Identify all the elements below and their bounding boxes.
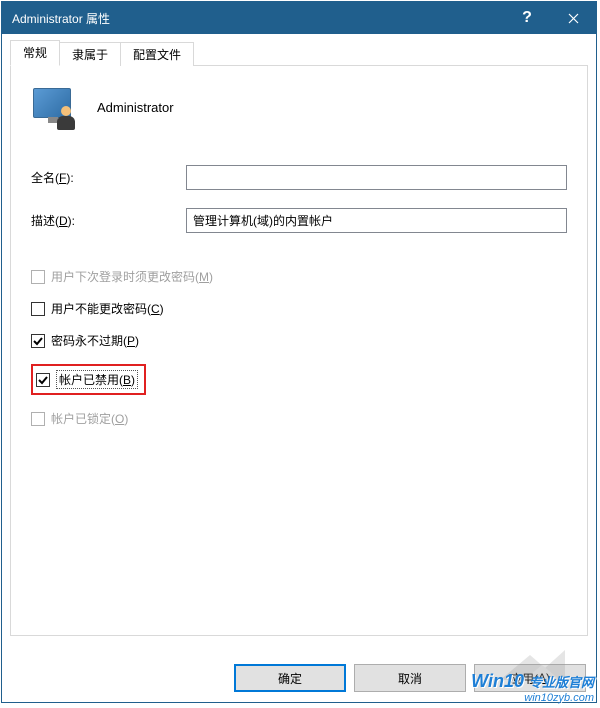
help-button[interactable]: ?	[504, 2, 550, 34]
check-cannot-change-password[interactable]: 用户不能更改密码(C)	[31, 300, 567, 317]
cancel-button[interactable]: 取消	[354, 664, 466, 692]
highlighted-checkbox-container: 帐户已禁用(B)	[31, 364, 146, 395]
tab-panel-general: Administrator 全名(F): 描述(D): 用户下次登录时须更改密码…	[10, 66, 588, 636]
checkbox-group: 用户下次登录时须更改密码(M) 用户不能更改密码(C) 密码永不过期(P) 帐户…	[31, 268, 567, 427]
fullname-row: 全名(F):	[31, 165, 567, 190]
description-row: 描述(D):	[31, 208, 567, 233]
check-label: 帐户已禁用(B)	[56, 370, 138, 389]
check-must-change-password: 用户下次登录时须更改密码(M)	[31, 268, 567, 285]
ok-button[interactable]: 确定	[234, 664, 346, 692]
checkmark-icon	[33, 336, 43, 346]
check-account-disabled[interactable]: 帐户已禁用(B)	[36, 370, 138, 389]
description-label: 描述(D):	[31, 212, 186, 229]
close-icon	[568, 13, 579, 24]
check-label: 用户不能更改密码(C)	[51, 300, 164, 317]
titlebar: Administrator 属性 ?	[2, 2, 596, 34]
footer-buttons: 确定 取消 应用(A)	[234, 664, 586, 692]
checkmark-icon	[38, 375, 48, 385]
checkbox-icon	[36, 373, 50, 387]
fullname-input[interactable]	[186, 165, 567, 190]
check-label: 密码永不过期(P)	[51, 332, 139, 349]
tab-bar: 常规 隶属于 配置文件	[10, 40, 588, 66]
tab-general[interactable]: 常规	[10, 40, 60, 66]
apply-button[interactable]: 应用(A)	[474, 664, 586, 692]
fullname-label: 全名(F):	[31, 169, 186, 186]
checkbox-icon	[31, 302, 45, 316]
check-label: 帐户已锁定(O)	[51, 410, 128, 427]
check-password-never-expires[interactable]: 密码永不过期(P)	[31, 332, 567, 349]
check-label: 用户下次登录时须更改密码(M)	[51, 268, 213, 285]
account-header: Administrator	[31, 84, 567, 130]
checkbox-icon	[31, 412, 45, 426]
account-name: Administrator	[97, 100, 174, 115]
close-button[interactable]	[550, 2, 596, 34]
dialog-window: Administrator 属性 ? 常规 隶属于 配置文件 Administr…	[1, 1, 597, 703]
checkbox-icon	[31, 270, 45, 284]
tab-profile[interactable]: 配置文件	[120, 42, 194, 66]
window-title: Administrator 属性	[12, 10, 504, 27]
check-account-locked: 帐户已锁定(O)	[31, 410, 567, 427]
checkbox-icon	[31, 334, 45, 348]
tab-member-of[interactable]: 隶属于	[59, 42, 121, 66]
description-input[interactable]	[186, 208, 567, 233]
content: 常规 隶属于 配置文件 Administrator 全名(F): 描述(D):	[2, 34, 596, 644]
user-computer-icon	[31, 84, 77, 130]
